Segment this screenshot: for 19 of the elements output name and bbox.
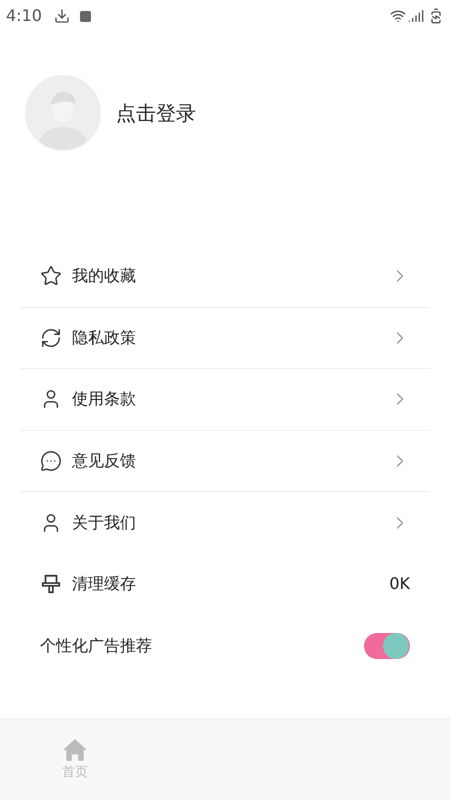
refresh-icon (40, 326, 62, 349)
menu-item-label[interactable]: 关于我们 (72, 510, 390, 535)
menu-item-label[interactable]: 我的收藏 (72, 264, 390, 288)
download-icon (54, 8, 70, 24)
signal-icon (408, 8, 424, 24)
menu-item-label[interactable]: 清理缓存 (72, 572, 390, 596)
star-icon (40, 265, 62, 288)
menu-item-label[interactable]: 隐私政策 (72, 326, 390, 350)
menu-item-label[interactable]: 个性化广告推荐 (40, 634, 364, 658)
status-time: 4:10 (6, 5, 42, 27)
chat-bubble-icon (40, 450, 62, 472)
ad-toggle[interactable] (364, 632, 410, 659)
app-icon (80, 10, 91, 22)
login-prompt[interactable]: 点击登录 (116, 98, 196, 128)
menu-item-label[interactable]: 意见反馈 (72, 448, 390, 473)
brush-icon (40, 573, 62, 596)
cache-size: 0K (389, 573, 410, 596)
wifi-icon (390, 8, 406, 24)
menu-item-label[interactable]: 使用条款 (72, 387, 390, 412)
